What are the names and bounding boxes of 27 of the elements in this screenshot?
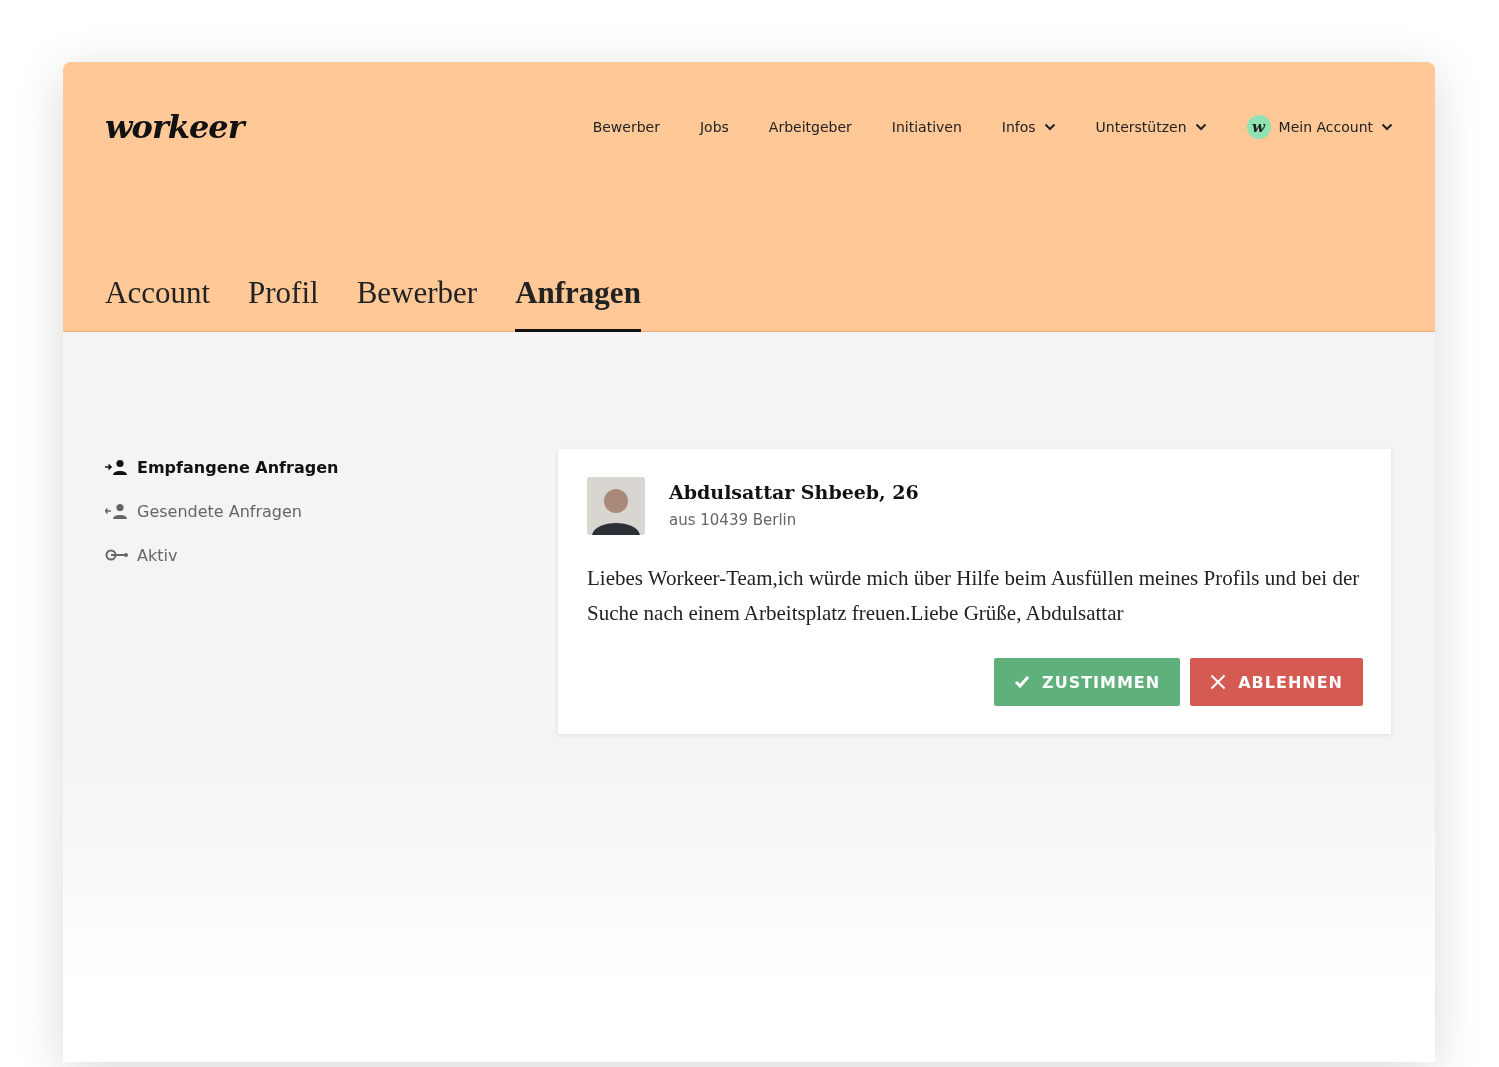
applicant-location: aus 10439 Berlin [669, 511, 798, 529]
sidebar-item[interactable]: Empfangene Anfragen [105, 455, 558, 479]
account-menu[interactable]: w Mein Account [1246, 115, 1393, 139]
person-arrow-out-icon [105, 503, 129, 519]
tab[interactable]: Bewerber [356, 275, 478, 332]
chevron-down-icon [1381, 123, 1393, 131]
person-arrow-in-icon [105, 459, 129, 475]
avatar-badge: w [1246, 115, 1271, 139]
nav-link[interactable]: Initiativen [891, 119, 962, 135]
chevron-down-icon [1043, 123, 1056, 131]
nav-link[interactable]: Unterstützen [1095, 119, 1207, 135]
photo-placeholder [587, 477, 645, 535]
nav-link[interactable]: Infos [1001, 119, 1056, 135]
key-icon [105, 547, 129, 563]
nav-link[interactable]: Bewerber [592, 119, 660, 135]
tab[interactable]: Account [105, 275, 211, 332]
sidebar-item[interactable]: Gesendete Anfragen [105, 499, 558, 523]
nav-link[interactable]: Jobs [699, 119, 729, 135]
sidebar-item[interactable]: Aktiv [105, 543, 558, 567]
close-icon [1210, 674, 1227, 690]
tab[interactable]: Profil [248, 275, 319, 332]
checkmark-icon [1014, 675, 1031, 689]
chevron-down-icon [1194, 123, 1207, 131]
applicant-name: Abdulsattar Shbeeb, 26 [669, 481, 919, 503]
request-message: Liebes Workeer-Team,ich würde mich über Hilfe beim Ausfüllen meines Profils und bei der Suche nach einem Arbeitsplatz freuen.Liebe Grüße, Abdulsattar [587, 565, 1361, 627]
nav-link[interactable]: Arbeitgeber [768, 119, 852, 135]
decline-button[interactable]: ABLEHNEN [1190, 658, 1363, 706]
